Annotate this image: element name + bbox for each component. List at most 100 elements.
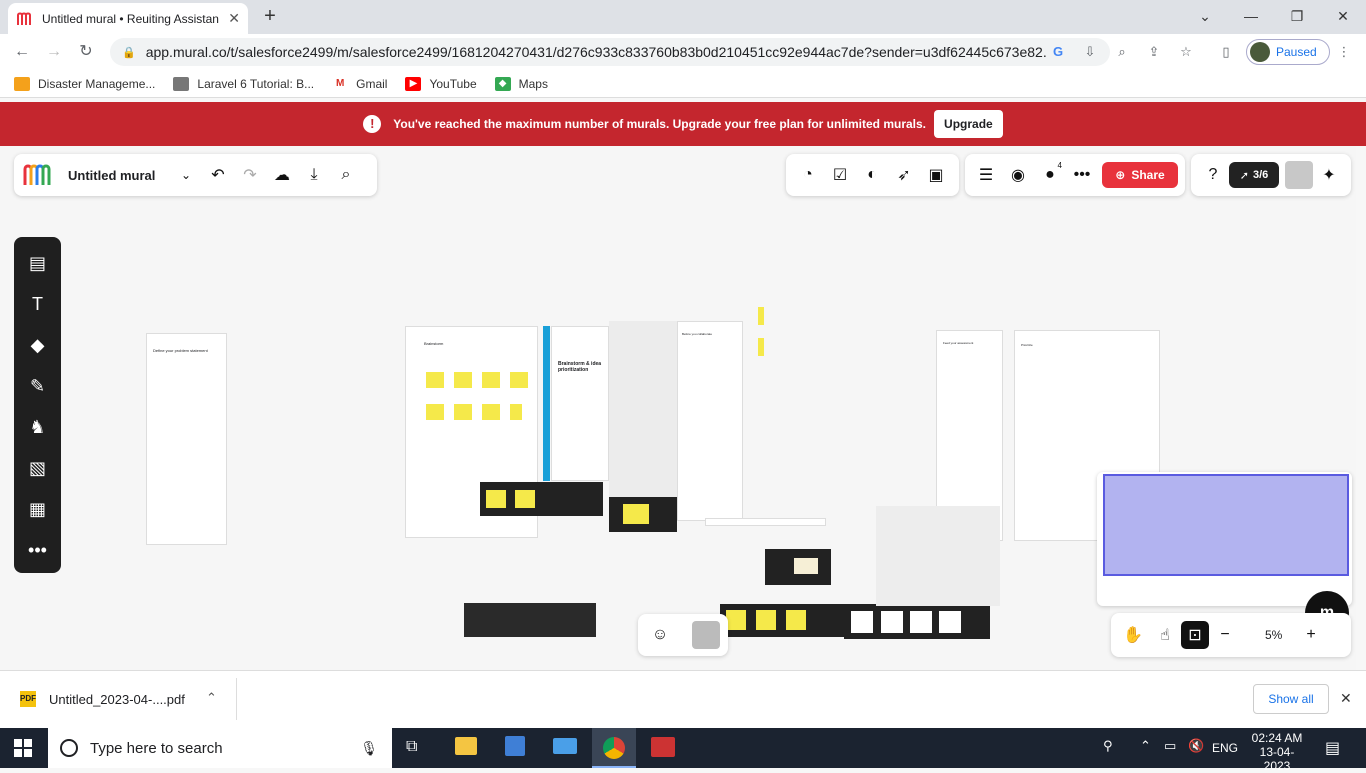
comments-icon[interactable]: ◉ xyxy=(1002,159,1034,191)
close-download-bar-icon[interactable]: ✕ xyxy=(1340,690,1352,707)
browser-tab[interactable]: Untitled mural • Reuiting Assistan ✕ xyxy=(8,3,248,34)
redo-icon[interactable]: ↷ xyxy=(234,159,266,191)
chrome-taskbar-button[interactable] xyxy=(592,728,636,768)
board-sheet-prioritization[interactable]: Brainstorm & idea prioritization xyxy=(551,326,609,481)
sticky-note[interactable] xyxy=(486,490,506,508)
store-icon[interactable] xyxy=(505,736,525,756)
battery-icon[interactable]: ▭ xyxy=(1164,738,1176,754)
board-note[interactable] xyxy=(794,558,818,574)
minimize-button[interactable]: — xyxy=(1228,4,1274,28)
sticky-note[interactable] xyxy=(510,404,522,420)
bookmark-youtube[interactable]: ▶ YouTube xyxy=(405,76,477,91)
volume-muted-icon[interactable]: 🔇 xyxy=(1188,738,1204,754)
windows-start-icon[interactable] xyxy=(14,739,32,757)
board-sheet-collaborate[interactable]: Before you collaborate xyxy=(677,321,743,521)
zoom-in-icon[interactable]: + xyxy=(1295,619,1327,651)
more-tools-icon[interactable]: ••• xyxy=(22,530,54,571)
sticky-note[interactable] xyxy=(510,372,528,388)
board-chart-thumb[interactable] xyxy=(881,611,903,633)
templates-icon[interactable]: ▦ xyxy=(22,489,54,530)
outline-icon[interactable]: ☰ xyxy=(970,159,1002,191)
board-chart-thumb[interactable] xyxy=(939,611,961,633)
sticky-note[interactable] xyxy=(623,504,649,524)
private-mode-icon[interactable]: ◐ xyxy=(856,159,888,191)
microphone-icon[interactable]: 🎙 xyxy=(360,740,378,757)
draw-icon[interactable]: ✎ xyxy=(22,366,54,407)
sticky-note[interactable] xyxy=(426,404,444,420)
bookmark-maps[interactable]: ◆ Maps xyxy=(494,76,548,91)
search-icon[interactable]: ⌕ xyxy=(330,159,362,191)
help-icon[interactable]: ? xyxy=(1197,159,1229,191)
summon-icon[interactable]: ➶ xyxy=(888,159,920,191)
sticky-note[interactable] xyxy=(758,338,764,356)
board-sheet-problem[interactable]: Define your problem statement xyxy=(146,333,227,545)
zoom-out-icon[interactable]: − xyxy=(1209,619,1241,651)
voting-icon[interactable]: ☑ xyxy=(824,159,856,191)
bookmark-disaster[interactable]: Disaster Manageme... xyxy=(14,76,155,91)
mail-icon[interactable] xyxy=(553,738,577,754)
upgrade-button[interactable]: Upgrade xyxy=(934,110,1003,138)
show-all-button[interactable]: Show all xyxy=(1253,684,1329,714)
select-mode-icon[interactable]: ☝ xyxy=(1149,619,1181,651)
sticky-note[interactable] xyxy=(454,372,472,388)
sticky-note[interactable] xyxy=(426,372,444,388)
more-icon[interactable]: ••• xyxy=(1066,159,1098,191)
icons-llama-icon[interactable]: ♞ xyxy=(22,407,54,448)
sticky-note[interactable] xyxy=(482,404,500,420)
zoom-icon[interactable]: ⌕ xyxy=(1114,44,1130,60)
sticky-note-icon[interactable]: ▤ xyxy=(22,243,54,284)
address-bar[interactable]: 🔒 app.mural.co/t/salesforce2499/m/salesf… xyxy=(110,38,1110,66)
sparkle-icon[interactable]: ✦ xyxy=(1313,159,1345,191)
kebab-menu-icon[interactable]: ⋮ xyxy=(1336,44,1352,60)
sticky-note[interactable] xyxy=(726,610,746,630)
forward-button[interactable]: → xyxy=(44,42,64,62)
minimap[interactable] xyxy=(1097,472,1352,606)
bookmark-star-icon[interactable]: ☆ xyxy=(1178,44,1194,60)
notifications-icon[interactable]: ▤ xyxy=(1325,738,1340,758)
bookmark-laravel[interactable]: Laravel 6 Tutorial: B... xyxy=(173,76,314,91)
reload-button[interactable]: ↻ xyxy=(76,42,96,62)
maximize-button[interactable]: ❐ xyxy=(1274,4,1320,28)
minimap-viewport[interactable] xyxy=(1103,474,1349,576)
download-filename[interactable]: Untitled_2023-04-....pdf xyxy=(49,692,185,707)
sticky-note[interactable] xyxy=(515,490,535,508)
task-view-icon[interactable]: ⧉ xyxy=(406,738,417,756)
google-translate-icon[interactable]: G xyxy=(1050,44,1066,60)
sticky-note[interactable] xyxy=(454,404,472,420)
sticky-note[interactable] xyxy=(756,610,776,630)
onboarding-progress-button[interactable]: ➚ 3/6 xyxy=(1229,162,1279,188)
share-button[interactable]: ⊕ Share xyxy=(1102,162,1178,188)
members-icon[interactable]: ● 4 xyxy=(1034,159,1066,191)
app-icon[interactable] xyxy=(651,737,675,757)
side-panel-icon[interactable]: ▯ xyxy=(1218,44,1234,60)
board-chart-thumb[interactable] xyxy=(910,611,932,633)
mural-title[interactable]: Untitled mural xyxy=(68,168,170,183)
chevron-up-icon[interactable]: ⌃ xyxy=(206,690,217,706)
profile-button[interactable]: Paused xyxy=(1246,39,1330,65)
chevron-down-icon[interactable]: ⌄ xyxy=(170,159,202,191)
hand-icon[interactable]: ✋ xyxy=(1117,619,1149,651)
close-tab-icon[interactable]: ✕ xyxy=(228,10,240,27)
undo-icon[interactable]: ↶ xyxy=(202,159,234,191)
avatar[interactable] xyxy=(1285,161,1313,189)
avatar[interactable] xyxy=(692,621,720,649)
board-dark-frame[interactable] xyxy=(464,603,596,637)
sticky-note[interactable] xyxy=(786,610,806,630)
clock[interactable]: 02:24 AM 13-04-2023 xyxy=(1251,731,1303,773)
toolbox-icon[interactable]: ▣ xyxy=(920,159,952,191)
bookmark-gmail[interactable]: M Gmail xyxy=(332,76,387,91)
emoji-icon[interactable]: ☺ xyxy=(644,619,676,651)
install-app-icon[interactable]: ⇩ xyxy=(1082,44,1098,60)
back-button[interactable]: ← xyxy=(12,42,32,62)
zoom-level[interactable]: 5% xyxy=(1265,628,1295,642)
chevron-up-icon[interactable]: ⌃ xyxy=(1140,738,1151,754)
shapes-icon[interactable]: ◆ xyxy=(22,325,54,366)
close-window-button[interactable]: ✕ xyxy=(1320,4,1366,28)
timer-icon[interactable]: ◔ xyxy=(792,159,824,191)
download-icon[interactable]: ⤓ xyxy=(298,159,330,191)
tab-search-icon[interactable]: ⌄ xyxy=(1182,4,1228,28)
people-icon[interactable]: ⚲ xyxy=(1103,738,1113,754)
text-icon[interactable]: T xyxy=(22,284,54,325)
language-indicator[interactable]: ENG xyxy=(1212,741,1238,755)
image-icon[interactable]: ▧ xyxy=(22,448,54,489)
